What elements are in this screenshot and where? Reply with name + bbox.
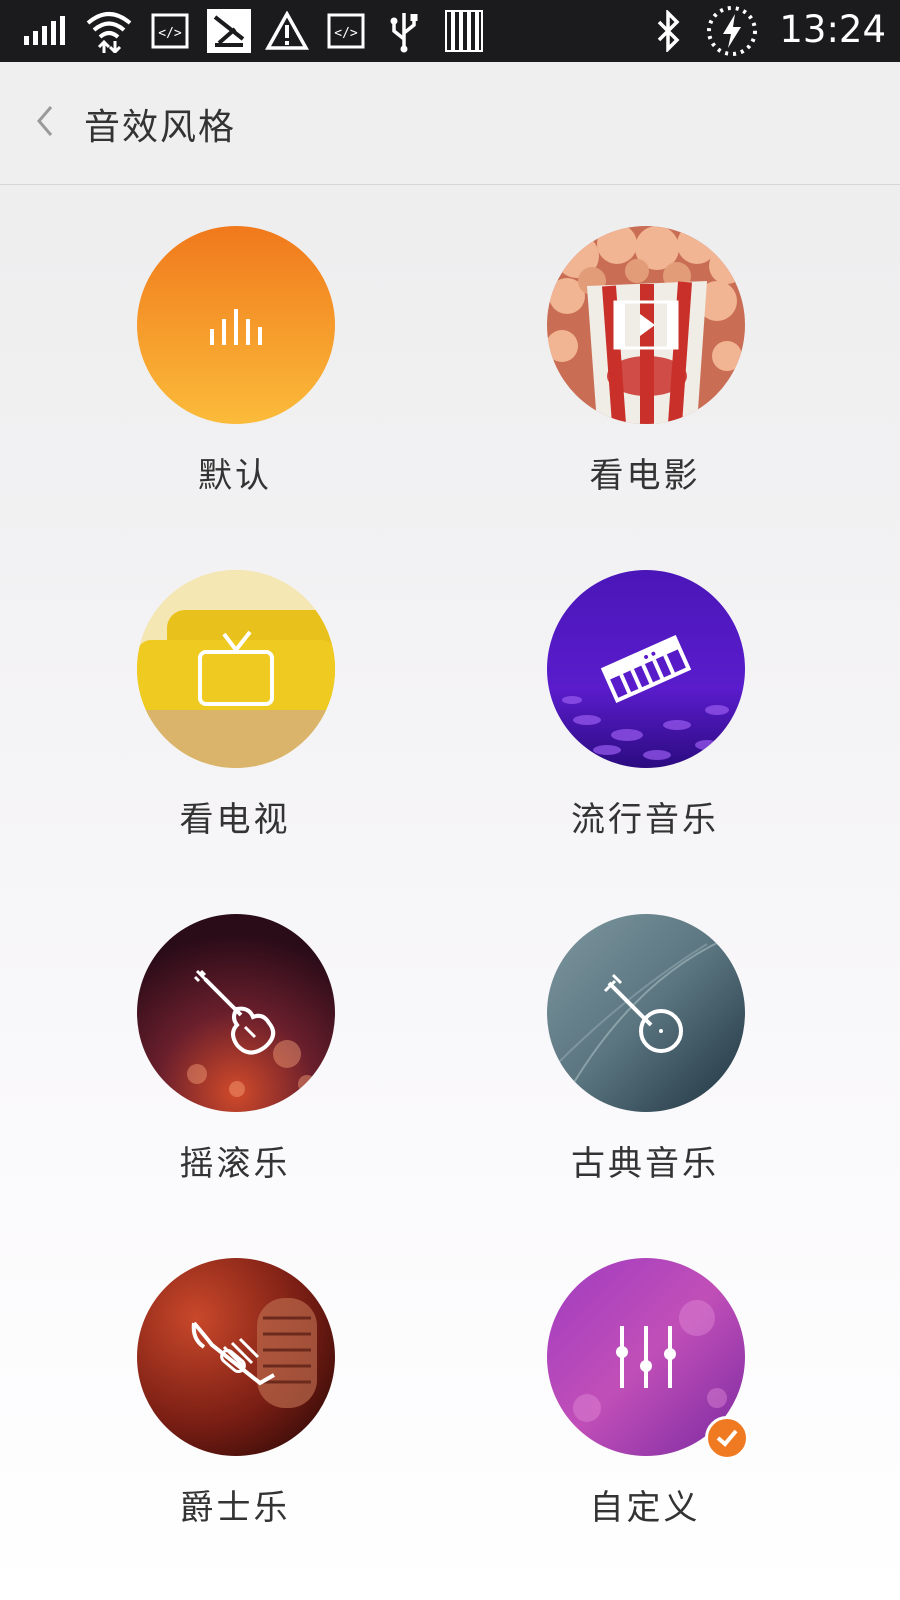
preset-classical-circle (547, 914, 745, 1112)
banjo-icon (601, 971, 691, 1055)
usb-icon (384, 10, 424, 53)
preset-label: 默认 (198, 456, 272, 496)
warning-icon (264, 10, 310, 52)
preset-label: 自定义 (589, 1488, 701, 1528)
signal-icon (22, 10, 70, 52)
top-bar: 音效风格 (0, 62, 900, 185)
preset-custom[interactable]: 自定义 (495, 1258, 795, 1558)
preset-label: 摇滚乐 (179, 1144, 291, 1184)
film-play-icon (613, 300, 679, 350)
sliders-icon (614, 1324, 678, 1390)
tv-icon (196, 630, 276, 708)
trumpet-icon (190, 1317, 282, 1397)
preset-tv-circle (137, 570, 335, 768)
preset-tv[interactable]: 看电视 (85, 570, 385, 870)
app-icon (206, 9, 252, 53)
preset-pop[interactable]: 流行音乐 (495, 570, 795, 870)
preset-label: 看电影 (589, 456, 701, 496)
svg-text:</>: </> (158, 26, 182, 41)
page-title: 音效风格 (84, 107, 237, 148)
battery-charging-icon (704, 6, 760, 56)
status-time: 13:24 (779, 8, 886, 51)
code-icon: </> (150, 10, 190, 52)
code-icon: </> (326, 10, 366, 52)
preset-movie[interactable]: 看电影 (495, 226, 795, 526)
chevron-left-icon (33, 103, 57, 143)
electric-guitar-icon (191, 967, 281, 1059)
preset-pop-circle (547, 570, 745, 768)
preset-label: 看电视 (179, 800, 291, 840)
preset-jazz[interactable]: 爵士乐 (85, 1258, 385, 1558)
preset-default-circle (137, 226, 335, 424)
back-button[interactable] (20, 98, 70, 148)
selected-check-icon (705, 1416, 749, 1460)
equalizer-bars-icon (208, 305, 264, 345)
keyboard-icon (601, 634, 691, 704)
preset-default[interactable]: 默认 (85, 226, 385, 526)
preset-rock[interactable]: 摇滚乐 (85, 914, 385, 1214)
status-bar: </> </> 13:24 (0, 0, 900, 62)
svg-text:</>: </> (334, 26, 358, 41)
preset-label: 古典音乐 (571, 1144, 719, 1184)
preset-label: 流行音乐 (571, 800, 719, 840)
wifi-icon (84, 10, 134, 53)
preset-jazz-circle (137, 1258, 335, 1456)
bluetooth-icon (650, 10, 686, 52)
preset-classical[interactable]: 古典音乐 (495, 914, 795, 1214)
preset-rock-circle (137, 914, 335, 1112)
preset-label: 爵士乐 (179, 1488, 291, 1528)
preset-movie-circle (547, 226, 745, 424)
storage-icon (444, 10, 484, 52)
